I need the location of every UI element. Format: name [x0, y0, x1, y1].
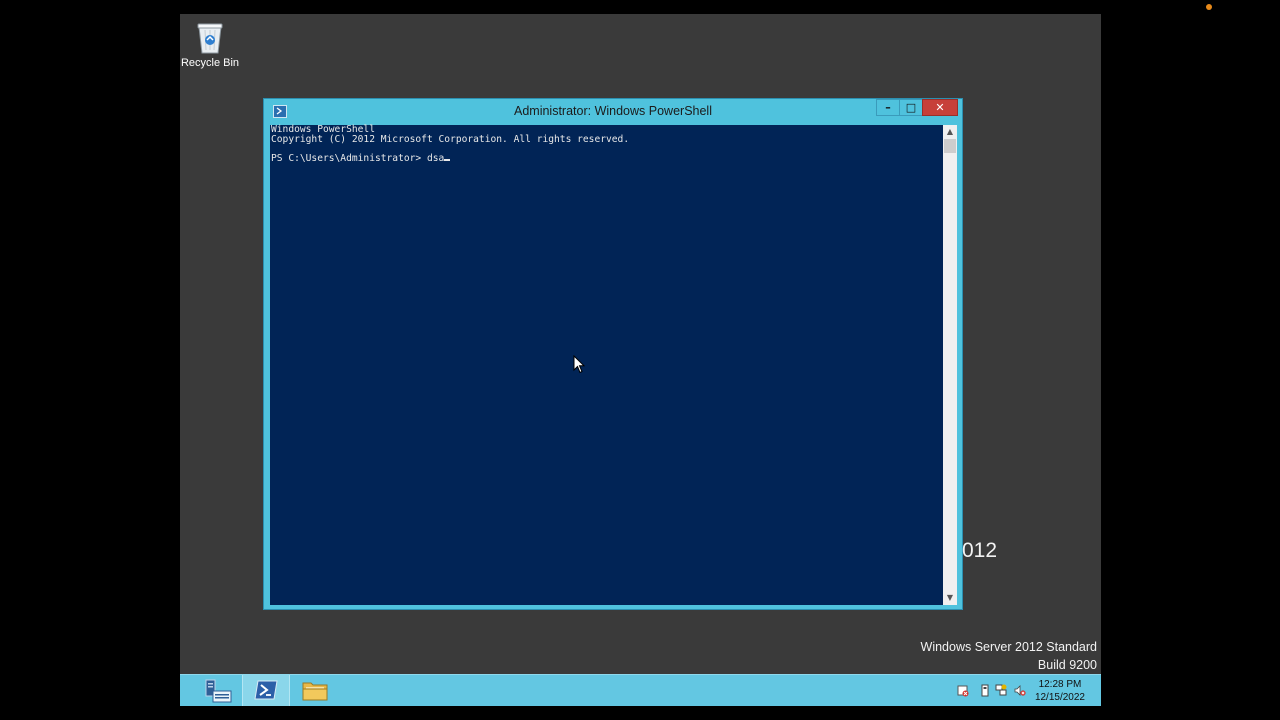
window-title: Administrator: Windows PowerShell — [514, 104, 712, 118]
clock-date: 12/15/2022 — [1034, 692, 1085, 703]
text-cursor — [444, 159, 451, 162]
powershell-window[interactable]: Administrator: Windows PowerShell – □ ✕ … — [263, 98, 963, 610]
close-button[interactable]: ✕ — [922, 99, 958, 116]
os-watermark: Windows Server 2012 Standard Build 9200 — [921, 638, 1097, 674]
console-input[interactable]: dsa — [427, 153, 444, 164]
scroll-down-icon[interactable]: ▼ — [943, 591, 957, 605]
power-icon[interactable] — [979, 684, 991, 697]
taskbar-file-explorer[interactable] — [292, 675, 338, 706]
powershell-icon — [254, 680, 278, 700]
recycle-bin-icon — [196, 22, 224, 54]
minimize-icon: – — [885, 101, 891, 114]
maximize-icon: □ — [905, 101, 917, 114]
taskbar-powershell[interactable] — [242, 675, 290, 706]
recording-indicator — [1206, 4, 1212, 10]
console-prompt: PS C:\Users\Administrator> — [271, 153, 427, 165]
taskbar-clock[interactable]: 12:28 PM 12/15/2022 — [1035, 678, 1085, 704]
recycle-bin-label: Recycle Bin — [180, 57, 240, 69]
minimize-button[interactable]: – — [876, 99, 900, 116]
taskbar-server-manager[interactable] — [197, 675, 243, 706]
clock-time: 12:28 PM — [1038, 679, 1082, 690]
action-center-icon[interactable] — [957, 684, 969, 697]
maximize-button[interactable]: □ — [899, 99, 923, 116]
mouse-pointer-icon — [573, 355, 585, 374]
window-titlebar[interactable]: Administrator: Windows PowerShell – □ ✕ — [264, 99, 962, 123]
watermark-build: Build 9200 — [1037, 658, 1097, 672]
volume-icon[interactable] — [1014, 684, 1026, 697]
server-manager-icon — [205, 679, 232, 703]
desktop: Recycle Bin Administrator: Windows Power… — [180, 14, 1101, 706]
recycle-bin[interactable]: Recycle Bin — [180, 22, 240, 69]
close-icon: ✕ — [935, 101, 945, 114]
console-output[interactable]: Windows PowerShell Copyright (C) 2012 Mi… — [270, 125, 943, 605]
taskbar: 12:28 PM 12/15/2022 — [180, 674, 1101, 706]
folder-icon — [302, 682, 328, 701]
scroll-up-icon[interactable]: ▲ — [943, 125, 957, 139]
desktop-brand-text: 012 — [962, 539, 998, 562]
network-icon[interactable] — [995, 684, 1007, 697]
console-line: Copyright (C) 2012 Microsoft Corporation… — [271, 133, 630, 145]
scroll-thumb[interactable] — [944, 139, 956, 153]
watermark-edition: Windows Server 2012 Standard — [920, 640, 1097, 654]
vertical-scrollbar[interactable]: ▲ ▼ — [943, 125, 957, 605]
